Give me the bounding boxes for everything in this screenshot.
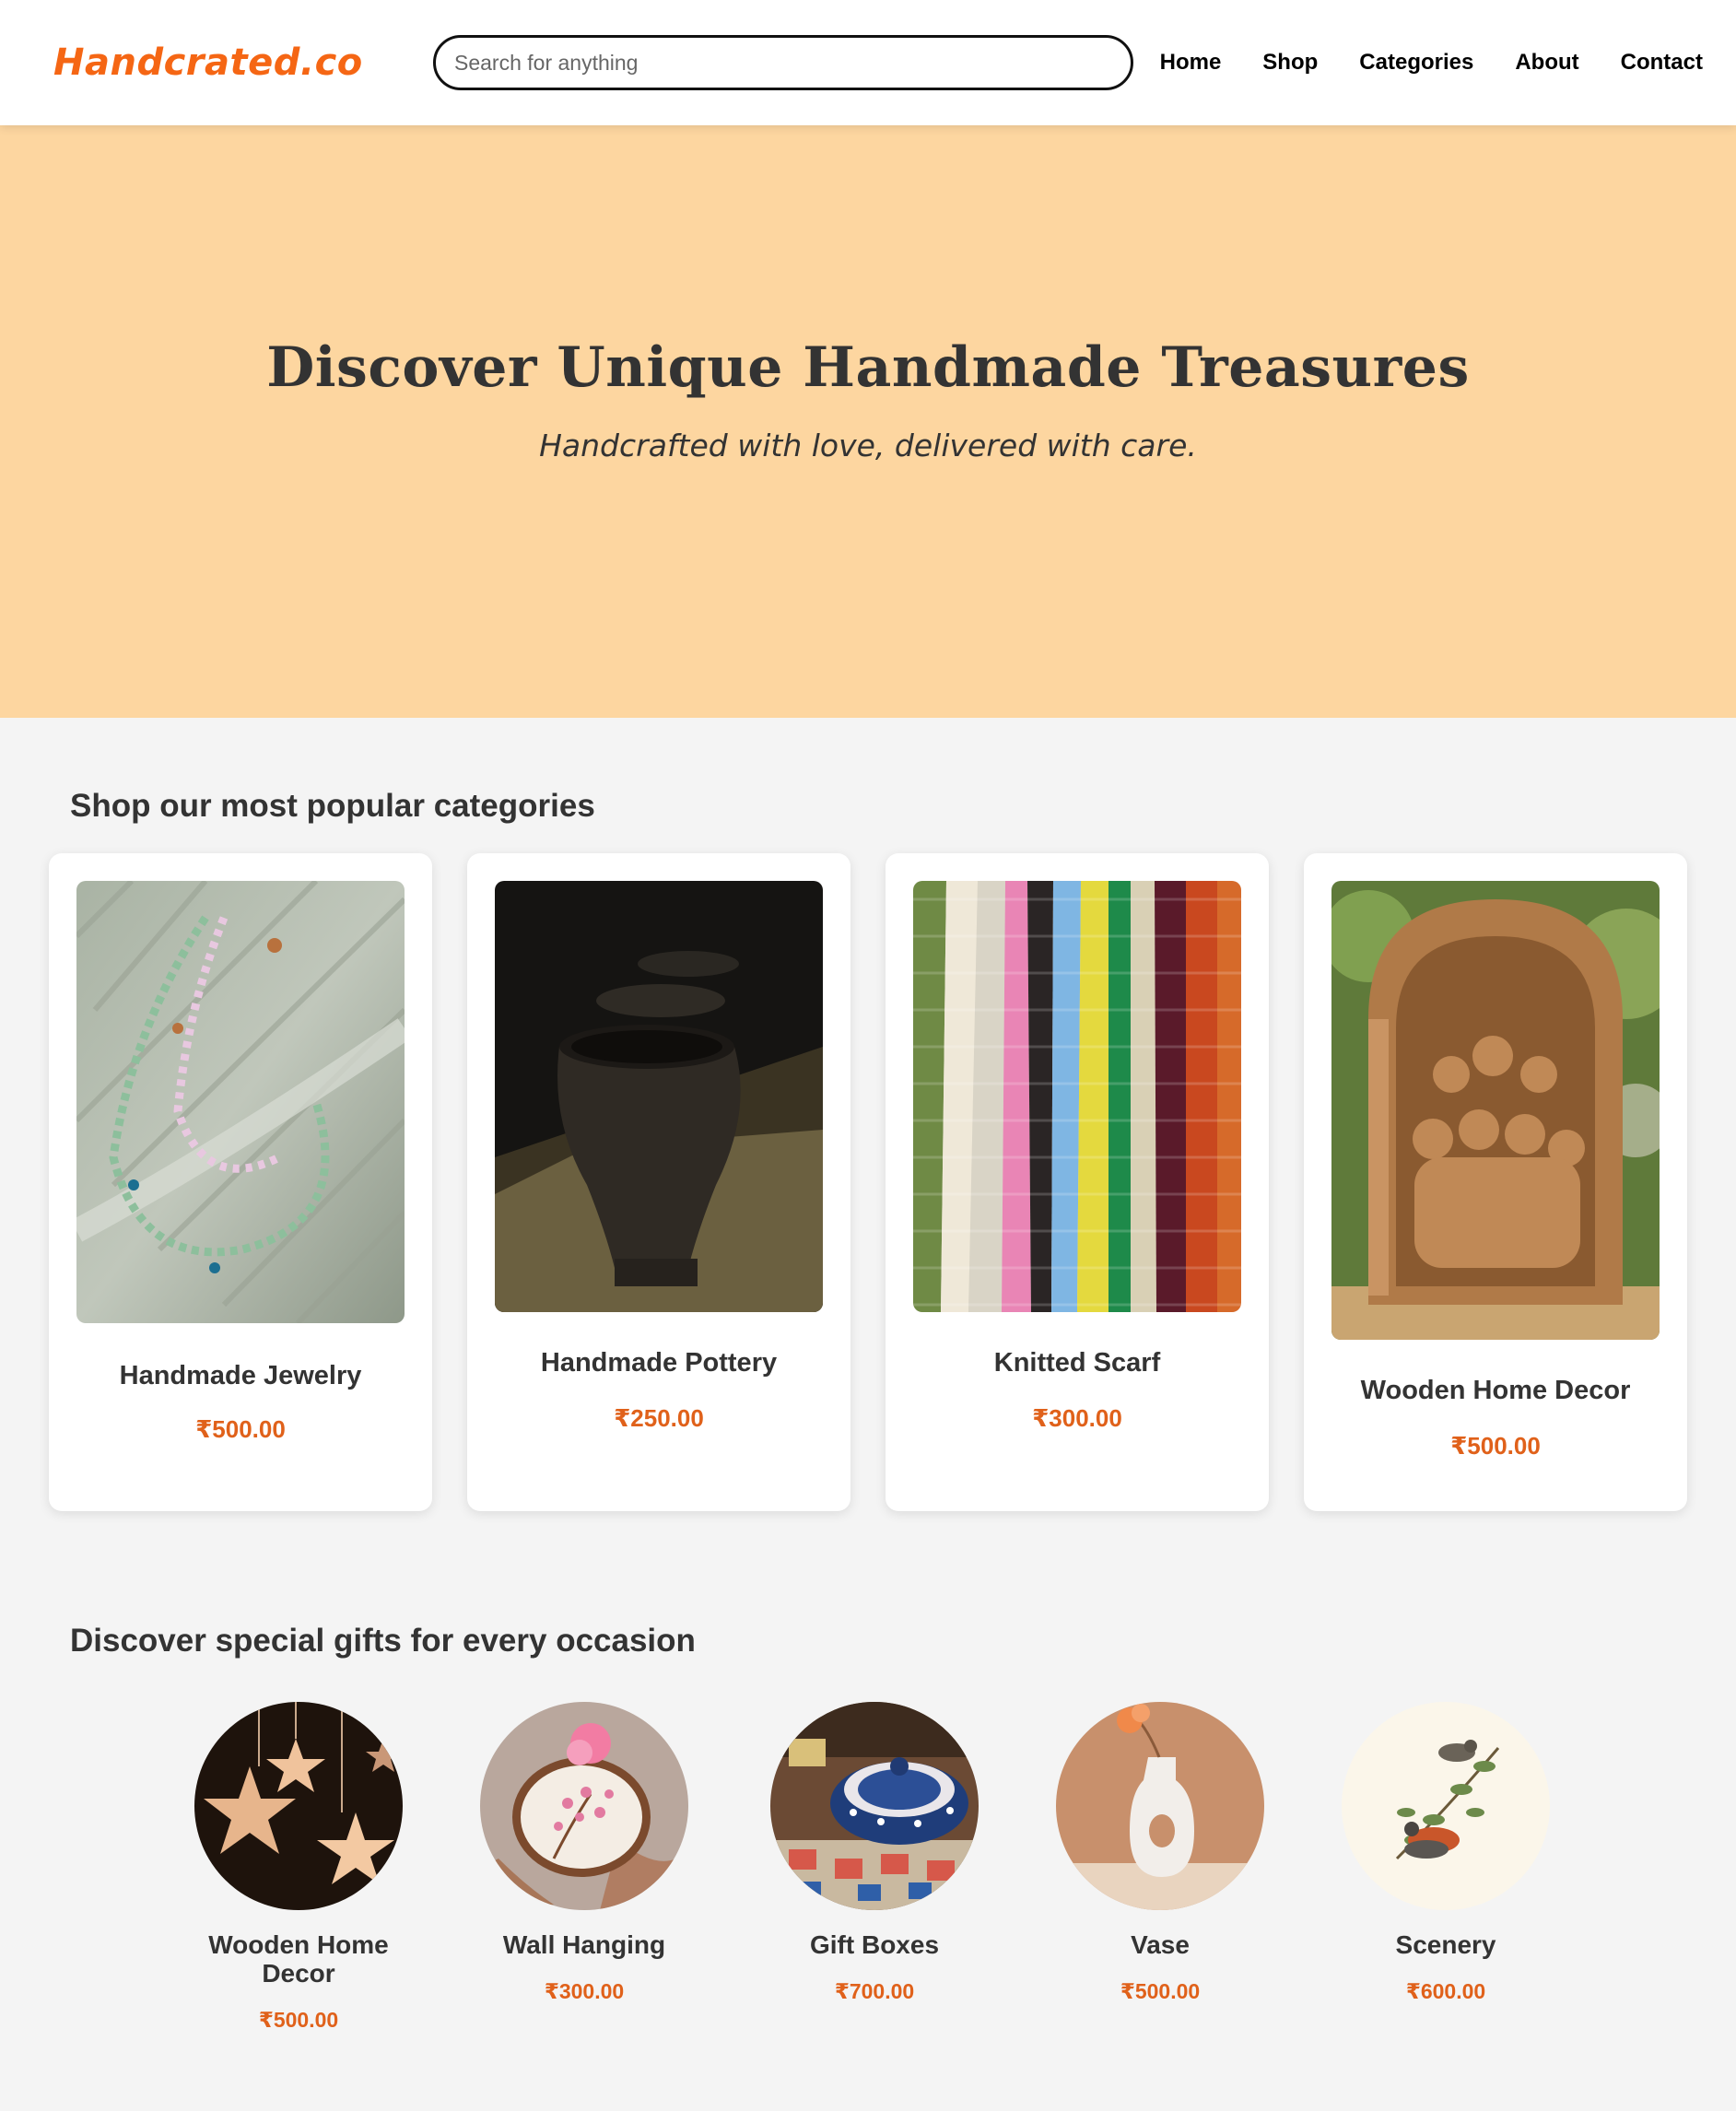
category-price: ₹500.00	[195, 1415, 286, 1443]
hero-subtitle: Handcrafted with love, delivered with ca…	[539, 428, 1197, 463]
gift-item-gift-boxes[interactable]: Gift Boxes ₹700.00	[755, 1702, 994, 2004]
white-vase-image	[1056, 1702, 1264, 1910]
nav-shop[interactable]: Shop	[1262, 50, 1318, 76]
category-card-jewelry[interactable]: Handmade Jewelry ₹500.00	[49, 853, 432, 1511]
category-price: ₹250.00	[614, 1404, 704, 1432]
gift-item-wooden-decor[interactable]: Wooden Home Decor ₹500.00	[179, 1702, 418, 2033]
nav-home[interactable]: Home	[1160, 50, 1222, 76]
hanging-stars-image	[194, 1702, 403, 1910]
category-card-scarf[interactable]: Knitted Scarf ₹300.00	[886, 853, 1269, 1511]
gift-item-wall-hanging[interactable]: Wall Hanging ₹300.00	[464, 1702, 704, 2004]
category-name: Knitted Scarf	[993, 1348, 1161, 1378]
gift-price: ₹300.00	[544, 1979, 625, 2003]
search-input[interactable]	[433, 35, 1133, 90]
ceramic-boxes-image	[770, 1702, 979, 1910]
gift-name: Gift Boxes	[809, 1930, 940, 1959]
category-card-pottery[interactable]: Handmade Pottery ₹250.00	[467, 853, 850, 1511]
gift-price: ₹600.00	[1405, 1979, 1486, 2003]
gift-price: ₹500.00	[1120, 1979, 1201, 2003]
gift-price: ₹500.00	[258, 2008, 339, 2032]
category-name: Handmade Pottery	[540, 1348, 778, 1378]
bird-illustration-image	[1342, 1702, 1550, 1910]
gift-name: Wooden Home Decor	[208, 1930, 389, 1988]
gift-name: Scenery	[1395, 1930, 1496, 1959]
site-logo[interactable]: Handcrated.co	[53, 41, 362, 84]
gift-name: Wall Hanging	[502, 1930, 666, 1959]
pottery-image	[495, 881, 823, 1312]
site-header: Handcrated.co Home Shop Categories About…	[0, 0, 1736, 125]
categories-title: Shop our most popular categories	[70, 788, 595, 824]
scarf-image	[913, 881, 1241, 1312]
main-nav: Home Shop Categories About Contact	[1160, 50, 1703, 76]
category-price: ₹500.00	[1450, 1432, 1541, 1460]
gift-item-vase[interactable]: Vase ₹500.00	[1040, 1702, 1280, 2004]
gift-price: ₹700.00	[834, 1979, 915, 2003]
gift-name: Vase	[1131, 1930, 1190, 1959]
hero-title: Discover Unique Handmade Treasures	[266, 335, 1470, 400]
nav-categories[interactable]: Categories	[1359, 50, 1473, 76]
nav-contact[interactable]: Contact	[1621, 50, 1703, 76]
jewelry-image	[76, 881, 405, 1323]
nav-about[interactable]: About	[1515, 50, 1578, 76]
wood-carving-image	[1331, 881, 1660, 1340]
gift-item-scenery[interactable]: Scenery ₹600.00	[1326, 1702, 1566, 2004]
category-price: ₹300.00	[1032, 1404, 1122, 1432]
category-name: Wooden Home Decor	[1360, 1376, 1631, 1405]
gifts-title: Discover special gifts for every occasio…	[70, 1623, 696, 1659]
category-card-wooden-decor[interactable]: Wooden Home Decor ₹500.00	[1304, 853, 1687, 1511]
category-name: Handmade Jewelry	[119, 1361, 362, 1390]
hero-banner: Discover Unique Handmade Treasures Handc…	[0, 125, 1736, 718]
embroidery-hoop-image	[480, 1702, 688, 1910]
